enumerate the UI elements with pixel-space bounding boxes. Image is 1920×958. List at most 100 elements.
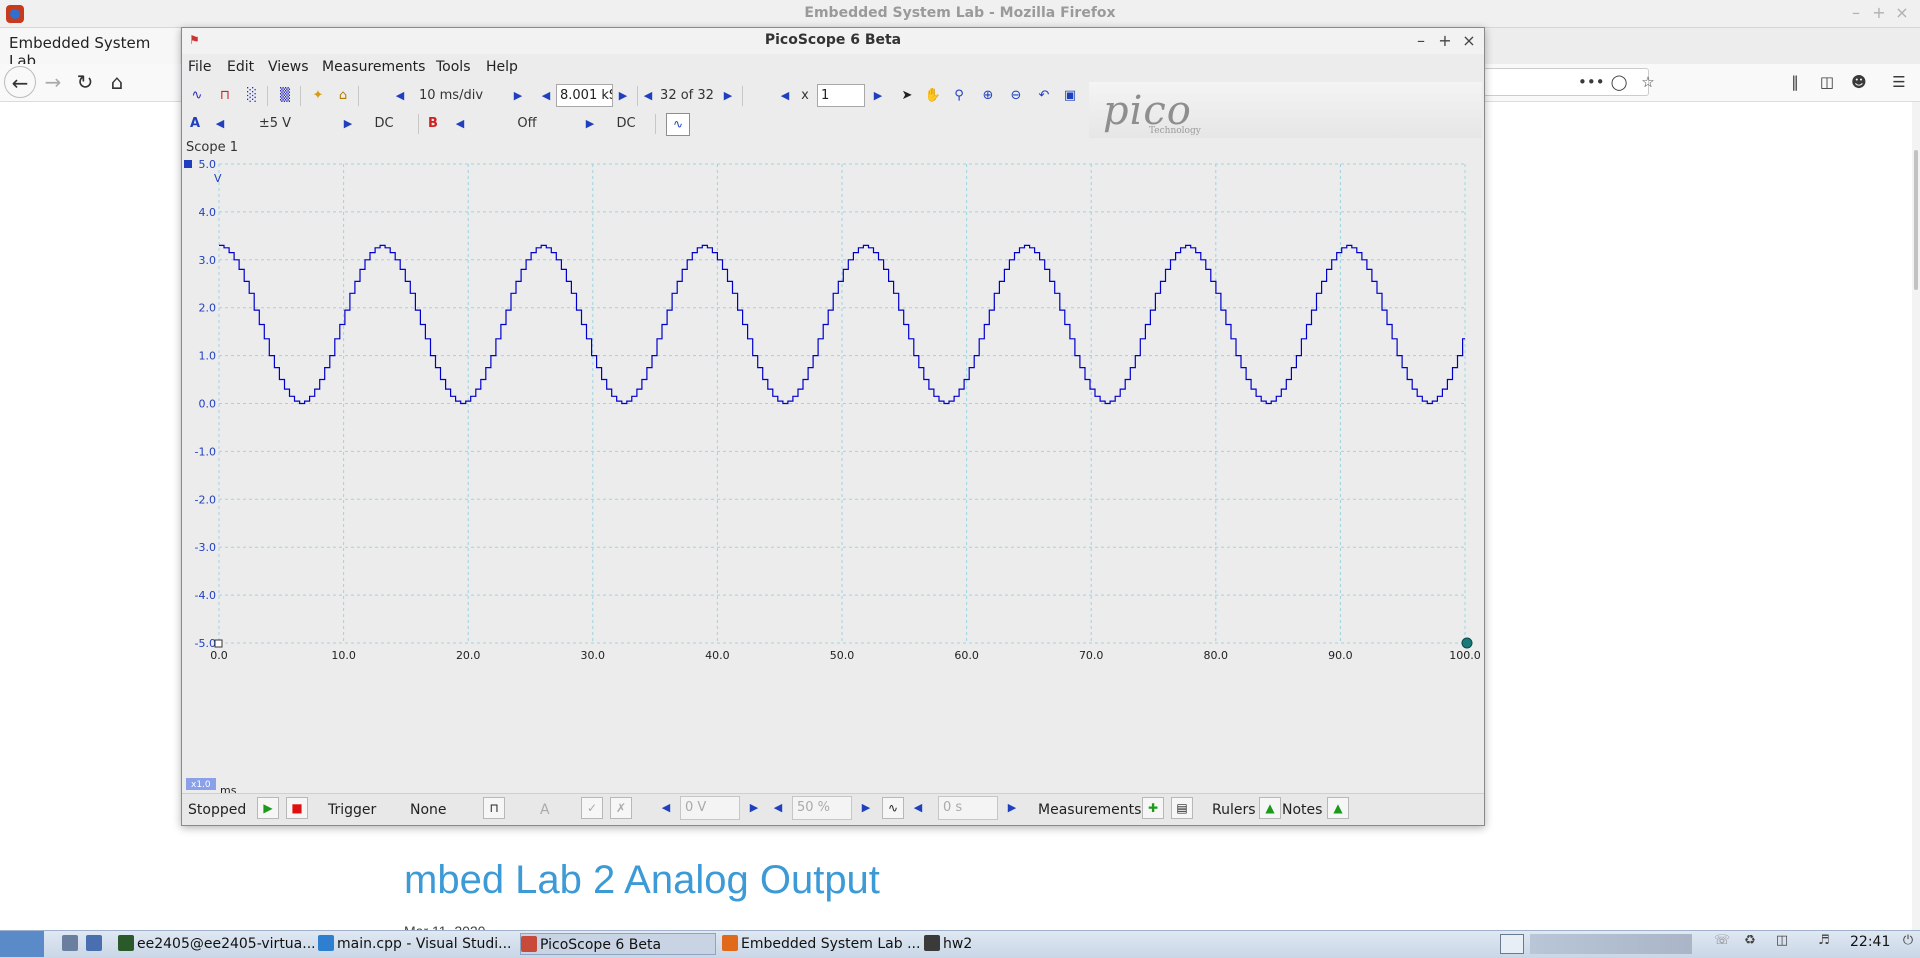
stop-capture-icon[interactable]: ■ xyxy=(286,797,308,819)
trigger-mode-select[interactable]: None xyxy=(410,800,460,820)
network-icon[interactable]: ◫ xyxy=(1770,933,1794,953)
zoom-input[interactable]: 1 xyxy=(817,84,865,107)
bluetooth-icon[interactable]: ☏ xyxy=(1712,933,1732,953)
start-menu-button[interactable] xyxy=(0,931,44,957)
zoom-in-icon[interactable]: ⊕ xyxy=(977,85,999,107)
x-tick-label: 80.0 xyxy=(1204,649,1229,662)
channel-b-range-increase-icon[interactable]: ▶ xyxy=(584,113,596,135)
maximize-icon[interactable]: + xyxy=(1870,3,1888,23)
undo-zoom-icon[interactable]: ↶ xyxy=(1033,85,1055,107)
add-measurement-icon[interactable]: ✚ xyxy=(1142,797,1164,819)
pretrigger-decrease-icon[interactable]: ◀ xyxy=(772,797,784,819)
menu-measurements[interactable]: Measurements xyxy=(322,59,425,75)
channel-a-range-increase-icon[interactable]: ▶ xyxy=(342,113,354,135)
channel-b-range-decrease-icon[interactable]: ◀ xyxy=(454,113,466,135)
notes-icon[interactable]: ▲ xyxy=(1327,797,1349,819)
menu-views[interactable]: Views xyxy=(268,59,309,75)
trigger-delay-icon[interactable]: ∿ xyxy=(882,797,904,819)
channel-b-range-select[interactable]: Off xyxy=(472,113,582,135)
tab-embedded-system-lab[interactable]: Embedded System Lab xyxy=(0,28,180,70)
rising-edge-icon[interactable]: ✓ xyxy=(581,797,603,819)
channel-a-range-decrease-icon[interactable]: ◀ xyxy=(214,113,226,135)
task-hw2-folder[interactable]: hw2 xyxy=(924,933,1004,955)
hand-tool-icon[interactable]: ✋ xyxy=(922,85,944,107)
account-icon[interactable]: ☻ xyxy=(1846,68,1872,96)
more-icon[interactable]: ••• xyxy=(1578,68,1605,96)
threshold-input[interactable]: 0 V xyxy=(680,796,740,820)
update-notifier-icon[interactable]: ♻ xyxy=(1740,933,1760,953)
timebase-decrease-icon[interactable]: ◀ xyxy=(394,85,406,107)
scope-plot[interactable]: 5.04.03.02.01.00.0-1.0-2.0-3.0-4.0-5.0 0… xyxy=(182,156,1484,796)
falling-edge-icon[interactable]: ✗ xyxy=(610,797,632,819)
power-icon[interactable]: ⏻ xyxy=(1898,933,1918,953)
edit-measurement-icon[interactable]: ▤ xyxy=(1171,797,1193,819)
volume-icon[interactable]: ♬ xyxy=(1814,933,1834,953)
spectrum-view-icon[interactable]: ▒ xyxy=(274,85,296,107)
samples-decrease-icon[interactable]: ◀ xyxy=(540,85,552,107)
pretrigger-input[interactable]: 50 % xyxy=(792,796,852,820)
menu-help[interactable]: Help xyxy=(486,59,518,75)
pico-maximize-icon[interactable]: + xyxy=(1435,31,1455,51)
capture-next-icon[interactable]: ▶ xyxy=(722,85,734,107)
menu-file[interactable]: File xyxy=(188,59,211,75)
zoom-out-icon[interactable]: ⊖ xyxy=(1005,85,1027,107)
sidebar-icon[interactable]: ◫ xyxy=(1814,68,1840,96)
advanced-trigger-icon[interactable]: ⊓ xyxy=(483,797,505,819)
menu-icon[interactable]: ☰ xyxy=(1886,68,1912,96)
start-capture-icon[interactable]: ▶ xyxy=(257,797,279,819)
delay-increase-icon[interactable]: ▶ xyxy=(1006,797,1018,819)
timebase-select[interactable]: 10 ms/div xyxy=(406,85,496,107)
task-firefox-label: Embedded System Lab ... xyxy=(741,936,921,952)
default-setup-home-icon[interactable]: ⌂ xyxy=(332,85,354,107)
scope-view-tab[interactable]: Scope 1 xyxy=(186,140,238,155)
timebase-increase-icon[interactable]: ▶ xyxy=(512,85,524,107)
task-firefox[interactable]: Embedded System Lab ... xyxy=(722,933,922,955)
pretrigger-increase-icon[interactable]: ▶ xyxy=(860,797,872,819)
home-icon[interactable]: ⌂ xyxy=(101,66,133,98)
zoom-region-icon[interactable]: ⚲ xyxy=(948,85,970,107)
delay-input[interactable]: 0 s xyxy=(938,796,998,820)
forward-icon[interactable]: → xyxy=(37,66,69,98)
spectrum-mode-icon[interactable]: ░ xyxy=(241,85,263,107)
task-vscode[interactable]: main.cpp - Visual Studi... xyxy=(318,933,518,955)
channel-a-range-select[interactable]: ±5 V xyxy=(230,113,320,135)
page-scrollbar-thumb[interactable] xyxy=(1914,150,1918,290)
samples-increase-icon[interactable]: ▶ xyxy=(617,85,629,107)
channel-a-button[interactable]: A xyxy=(188,113,202,135)
back-icon[interactable]: ← xyxy=(4,66,36,98)
delay-decrease-icon[interactable]: ◀ xyxy=(912,797,924,819)
channel-b-button[interactable]: B xyxy=(426,113,440,135)
threshold-increase-icon[interactable]: ▶ xyxy=(748,797,760,819)
threshold-decrease-icon[interactable]: ◀ xyxy=(660,797,672,819)
task-picoscope[interactable]: PicoScope 6 Beta xyxy=(520,933,716,955)
scope-mode-icon[interactable]: ∿ xyxy=(186,85,208,107)
library-icon[interactable]: ‖ xyxy=(1782,68,1808,96)
auto-setup-icon[interactable]: ✦ xyxy=(307,85,329,107)
capture-prev-icon[interactable]: ◀ xyxy=(642,85,654,107)
channel-options-icon[interactable]: ∿ xyxy=(666,113,690,136)
menu-edit[interactable]: Edit xyxy=(227,59,254,75)
reload-icon[interactable]: ↻ xyxy=(69,66,101,98)
rulers-icon[interactable]: ▲ xyxy=(1259,797,1281,819)
bookmark-star-icon[interactable]: ☆ xyxy=(1635,68,1661,96)
trigger-source-select[interactable]: A xyxy=(540,800,550,820)
zoom-increase-icon[interactable]: ▶ xyxy=(872,85,884,107)
pico-close-icon[interactable]: × xyxy=(1459,31,1479,51)
pointer-tool-icon[interactable]: ➤ xyxy=(896,85,918,107)
zoom-to-fit-icon[interactable]: ▣ xyxy=(1059,85,1081,107)
page-title: mbed Lab 2 Analog Output xyxy=(404,858,880,902)
menu-tools[interactable]: Tools xyxy=(436,59,471,75)
pocket-icon[interactable]: ◯ xyxy=(1606,68,1632,96)
samples-input[interactable]: 8.001 kS xyxy=(556,84,613,107)
show-desktop-icon[interactable] xyxy=(62,933,80,955)
channel-b-coupling-select[interactable]: DC xyxy=(606,113,646,135)
pico-minimize-icon[interactable]: – xyxy=(1411,31,1431,51)
task-terminal[interactable]: ee2405@ee2405-virtua... xyxy=(118,933,314,955)
channel-a-coupling-select[interactable]: DC xyxy=(364,113,404,135)
zoom-decrease-icon[interactable]: ◀ xyxy=(779,85,791,107)
persistence-mode-icon[interactable]: ⊓ xyxy=(214,85,236,107)
file-manager-icon[interactable] xyxy=(86,933,108,955)
minimize-icon[interactable]: – xyxy=(1847,3,1865,23)
close-icon[interactable]: × xyxy=(1893,3,1911,23)
workspace-switcher-icon[interactable] xyxy=(1500,934,1524,954)
